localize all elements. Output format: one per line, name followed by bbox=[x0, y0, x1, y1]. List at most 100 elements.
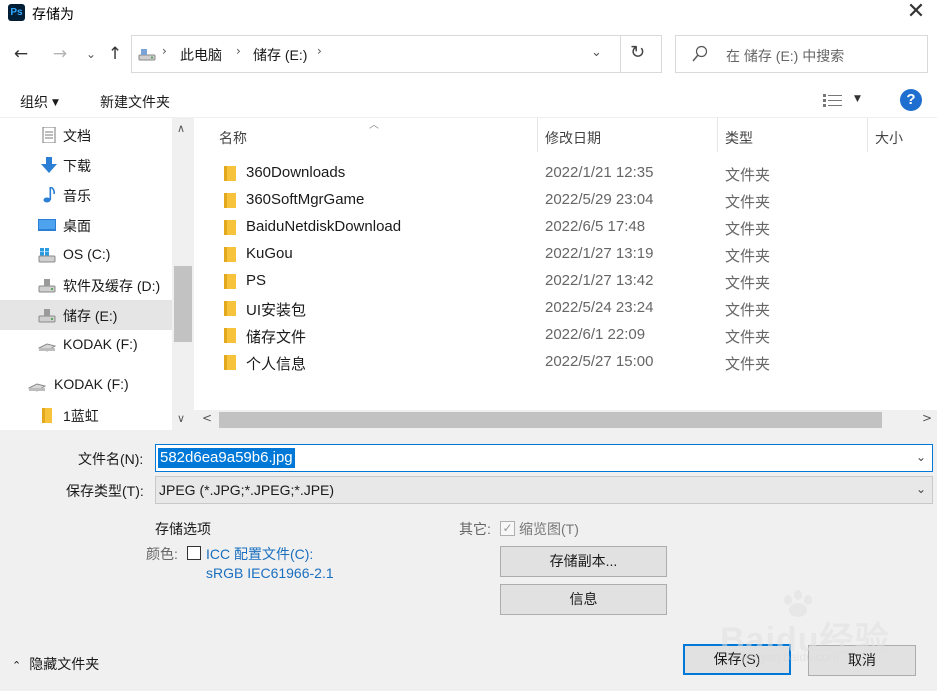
dialog-title: 存储为 bbox=[32, 6, 74, 22]
address-bar[interactable]: › 此电脑 › 储存 (E:) › ⌄ ↻ bbox=[131, 35, 662, 73]
file-type-label: 保存类型(T): bbox=[66, 483, 144, 499]
sidebar-item-downloads[interactable]: 下载 bbox=[0, 150, 172, 180]
folder-icon bbox=[224, 220, 236, 235]
drive-icon bbox=[138, 49, 156, 61]
column-divider[interactable] bbox=[867, 118, 868, 152]
hide-folders-toggle[interactable]: ⌃ 隐藏文件夹 bbox=[12, 654, 99, 674]
up-arrow-icon[interactable]: ↑ bbox=[104, 42, 126, 66]
sidebar-item-music[interactable]: 音乐 bbox=[0, 180, 172, 210]
breadcrumb-drive-e[interactable]: 储存 (E:) bbox=[253, 45, 307, 65]
info-button[interactable]: 信息 bbox=[500, 584, 667, 615]
file-type-select[interactable]: JPEG (*.JPG;*.JPEG;*.JPE) ⌄ bbox=[155, 476, 933, 504]
file-name: 360SoftMgrGame bbox=[246, 191, 365, 208]
file-type: 文件夹 bbox=[725, 248, 771, 265]
horizontal-scrollbar[interactable]: < > bbox=[194, 410, 937, 430]
icc-profile-label[interactable]: ICC 配置文件(C): bbox=[206, 544, 313, 564]
column-divider[interactable] bbox=[717, 118, 718, 152]
table-row[interactable]: UI安装包 2022/5/24 23:24 文件夹 bbox=[194, 295, 914, 322]
table-row[interactable]: 储存文件 2022/6/1 22:09 文件夹 bbox=[194, 322, 914, 349]
search-icon bbox=[692, 45, 708, 62]
folder-icon bbox=[224, 301, 236, 316]
forward-arrow-icon[interactable]: → bbox=[49, 42, 71, 66]
sidebar-item-label: 音乐 bbox=[63, 188, 91, 204]
file-name: PS bbox=[246, 272, 267, 289]
table-row[interactable]: 个人信息 2022/5/27 15:00 文件夹 bbox=[194, 349, 914, 376]
file-name: UI安装包 bbox=[246, 302, 307, 319]
column-header-type[interactable]: 类型 bbox=[725, 118, 753, 154]
sidebar-item-folder-lanhong[interactable]: 1蓝虹 bbox=[0, 400, 172, 430]
breadcrumb-this-pc[interactable]: 此电脑 bbox=[180, 45, 222, 65]
chevron-up-icon: ⌃ bbox=[12, 659, 22, 672]
column-header-date[interactable]: 修改日期 bbox=[545, 118, 601, 154]
file-name: 360Downloads bbox=[246, 164, 346, 181]
organize-button[interactable]: 组织 ▼ bbox=[20, 92, 59, 112]
sidebar-item-label: 文档 bbox=[63, 128, 91, 144]
column-header-size[interactable]: 大小 bbox=[875, 118, 903, 154]
scrollbar-thumb[interactable] bbox=[174, 266, 192, 342]
cancel-button[interactable]: 取消 bbox=[808, 645, 916, 676]
recent-locations-chevron-icon[interactable]: ⌄ bbox=[80, 42, 102, 66]
file-name: 储存文件 bbox=[246, 329, 307, 346]
view-options-icon[interactable] bbox=[823, 93, 843, 108]
table-row[interactable]: 360SoftMgrGame 2022/5/29 23:04 文件夹 bbox=[194, 187, 914, 214]
save-copy-button[interactable]: 存储副本... bbox=[500, 546, 667, 577]
breadcrumb-separator-icon[interactable]: › bbox=[236, 44, 241, 58]
sidebar-item-drive-e[interactable]: 储存 (E:) bbox=[0, 300, 172, 330]
file-type: 文件夹 bbox=[725, 221, 771, 238]
back-arrow-icon[interactable]: ← bbox=[10, 42, 32, 66]
column-divider[interactable] bbox=[537, 118, 538, 152]
file-date: 2022/1/27 13:42 bbox=[545, 272, 654, 289]
address-history-chevron-icon[interactable]: ⌄ bbox=[591, 45, 602, 60]
folder-icon bbox=[224, 355, 236, 370]
file-type: 文件夹 bbox=[725, 275, 771, 292]
folder-icon bbox=[224, 193, 236, 208]
sidebar-item-documents[interactable]: 文档 bbox=[0, 120, 172, 150]
sidebar-item-drive-d[interactable]: 软件及缓存 (D:) bbox=[0, 270, 172, 300]
scrollbar-thumb[interactable] bbox=[219, 412, 882, 428]
file-date: 2022/5/27 15:00 bbox=[545, 353, 654, 370]
help-icon[interactable]: ? bbox=[900, 89, 922, 111]
drive-icon bbox=[38, 309, 56, 323]
sidebar-item-drive-f-root[interactable]: KODAK (F:) bbox=[0, 370, 172, 400]
save-button[interactable]: 保存(S) bbox=[683, 644, 791, 675]
file-type: 文件夹 bbox=[725, 302, 771, 319]
download-icon bbox=[41, 157, 57, 173]
scroll-up-icon[interactable]: ∧ bbox=[177, 122, 185, 135]
windows-drive-icon bbox=[38, 248, 56, 263]
sidebar-scrollbar[interactable]: ∧ ∨ bbox=[172, 118, 194, 430]
title-bar: Ps 存储为 ✕ bbox=[0, 0, 937, 26]
icc-profile-name: sRGB IEC61966-2.1 bbox=[206, 565, 334, 581]
hide-folders-label: 隐藏文件夹 bbox=[29, 656, 100, 672]
filename-field[interactable]: 582d6ea9a59b6.jpg ⌄ bbox=[155, 444, 933, 472]
search-input[interactable]: 在 储存 (E:) 中搜索 bbox=[675, 35, 928, 73]
address-divider bbox=[620, 36, 621, 72]
folder-icon bbox=[224, 247, 236, 262]
refresh-icon[interactable]: ↻ bbox=[630, 42, 645, 63]
sidebar-item-drive-f[interactable]: KODAK (F:) bbox=[0, 330, 172, 360]
sort-ascending-icon: ︿ bbox=[369, 120, 379, 131]
file-name: BaiduNetdiskDownload bbox=[246, 218, 402, 235]
new-folder-button[interactable]: 新建文件夹 bbox=[100, 92, 170, 112]
column-header-name[interactable]: 名称 bbox=[219, 118, 247, 154]
color-label: 颜色: bbox=[146, 546, 178, 562]
scroll-left-icon[interactable]: < bbox=[202, 411, 212, 425]
caret-down-icon: ▼ bbox=[52, 98, 59, 108]
table-row[interactable]: PS 2022/1/27 13:42 文件夹 bbox=[194, 268, 914, 295]
scroll-right-icon[interactable]: > bbox=[922, 411, 932, 425]
sidebar-item-desktop[interactable]: 桌面 bbox=[0, 210, 172, 240]
breadcrumb-separator-icon: › bbox=[162, 44, 167, 58]
table-row[interactable]: KuGou 2022/1/27 13:19 文件夹 bbox=[194, 241, 914, 268]
close-icon[interactable]: ✕ bbox=[905, 0, 927, 24]
file-date: 2022/5/29 23:04 bbox=[545, 191, 654, 208]
sidebar-item-drive-c[interactable]: OS (C:) bbox=[0, 240, 172, 270]
chevron-down-icon: ⌄ bbox=[915, 482, 926, 496]
view-caret-down-icon[interactable]: ▼ bbox=[854, 94, 861, 104]
icc-profile-checkbox[interactable] bbox=[187, 546, 201, 560]
table-row[interactable]: BaiduNetdiskDownload 2022/6/5 17:48 文件夹 bbox=[194, 214, 914, 241]
chevron-down-icon[interactable]: ⌄ bbox=[916, 450, 926, 464]
table-row[interactable]: 360Downloads 2022/1/21 12:35 文件夹 bbox=[194, 160, 914, 187]
scroll-down-icon[interactable]: ∨ bbox=[177, 412, 185, 425]
sidebar-item-label: 储存 (E:) bbox=[63, 308, 118, 324]
thumbnail-checkbox[interactable]: ✓ bbox=[500, 521, 515, 536]
breadcrumb-separator-icon[interactable]: › bbox=[317, 44, 322, 58]
